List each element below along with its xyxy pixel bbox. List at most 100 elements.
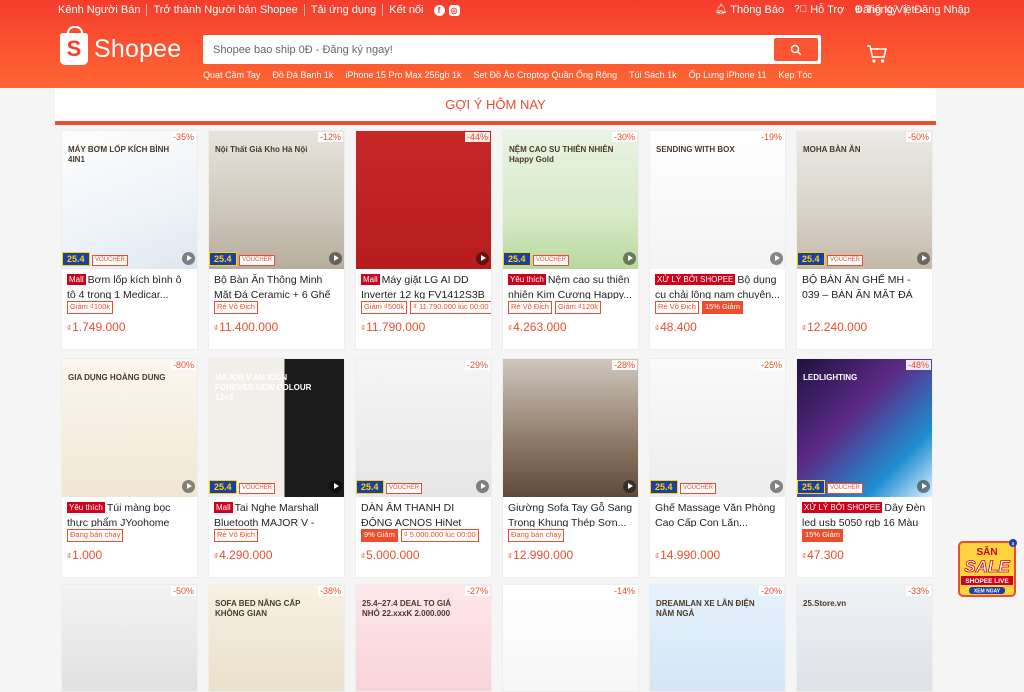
help-icon: ?⃝ [794,4,808,15]
suggestion-link[interactable]: Quạt Cầm Tay [203,70,260,80]
video-play-icon[interactable] [623,480,636,493]
instagram-icon[interactable]: ◎ [448,4,460,16]
product-card[interactable]: -25% 25.4 VOUCHER Ghế Massage Văn Phòng Cao… [649,358,786,578]
suggestion-link[interactable]: Set Đồ Áo Croptop Quần Ống Rộng [473,70,617,80]
video-play-icon[interactable] [329,252,342,265]
shopee-logo[interactable]: S Shopee [60,26,181,65]
product-image[interactable]: -25% 25.4 VOUCHER [650,359,785,497]
event-date-tag: 25.4 [209,480,237,494]
product-image[interactable]: SOFA BED NÂNG CẤP KHÔNG GIAN -38% [209,585,344,691]
product-title-text: BỘ BÀN ĂN GHẾ MH - 039 – BÀN ĂN MẶT ĐÁ V… [802,274,913,299]
product-title[interactable]: Yêu thích Túi màng bọc thực phẩm JYoohome… [62,497,197,527]
search-button[interactable] [774,38,818,61]
product-image[interactable]: Nội Thất Giá Kho Hà Nội -12% 25.4 VOUCHER [209,131,344,269]
product-image[interactable]: -44% [356,131,491,269]
product-card[interactable]: 25.Store.vn -33% [796,584,933,692]
product-image[interactable]: -14% [503,585,638,691]
video-play-icon[interactable] [917,480,930,493]
search-input[interactable] [203,35,763,64]
video-play-icon[interactable] [623,252,636,265]
video-play-icon[interactable] [770,252,783,265]
product-title[interactable]: Yêu thích Nệm cao su thiên nhiên Kim Cươn… [503,269,638,299]
product-title[interactable]: Bộ Bàn Ăn Thông Minh Mặt Đá Ceramic + 6 … [209,269,344,299]
product-card[interactable]: Nội Thất Giá Kho Hà Nội -12% 25.4 VOUCHER Bộ… [208,130,345,350]
product-card[interactable]: -29% 25.4 VOUCHER DÀN ÂM THANH DI ĐỘNG ACNO… [355,358,492,578]
help-link[interactable]: ?⃝ Hỗ Trợ [794,4,844,16]
notifications-link[interactable]: 🔔︎ Thông Báo [715,4,785,16]
product-image[interactable]: 25.4–27.4 DEAL TO GIÁ NHỎ 22.xxxK 2.000.… [356,585,491,691]
product-image[interactable]: -50% [62,585,197,691]
product-title[interactable]: Mall Máy giặt LG AI DD Inverter 12 kg FV1… [356,269,491,299]
video-play-icon[interactable] [329,480,342,493]
product-card[interactable]: -28% Giường Sofa Tay Gỗ Sang Trọng Khung … [502,358,639,578]
product-image[interactable]: MOHA BÀN ĂN -50% 25.4 VOUCHER [797,131,932,269]
price-value: 1.749.000 [72,320,126,334]
product-title[interactable]: Ghế Massage Văn Phòng Cao Cấp Con Lăn... [650,497,785,527]
product-card[interactable]: LEDLIGHTING -48% 25.4 VOUCHER XỬ LÝ BỞI SHOP… [796,358,933,578]
product-card[interactable]: MAJOR V AN ICON FOREVER NEW COLOUR 12+3 2… [208,358,345,578]
become-seller-link[interactable]: Trở thành Người bán Shopee [147,4,305,16]
product-card[interactable]: MÁY BƠM LỐP KÍCH BÌNH 4IN1 -35% 25.4 VOUCHE… [61,130,198,350]
product-image-caption: SOFA BED NÂNG CẤP KHÔNG GIAN [215,599,301,618]
product-card[interactable]: -14% [502,584,639,692]
product-price: ₫11.400.000 [209,314,344,334]
suggestion-link[interactable]: Ốp Lưng iPhone 11 [689,70,767,80]
product-image[interactable]: DREAMLAN XE LĂN ĐIỆN NẰM NGẢ -20% [650,585,785,691]
product-image[interactable]: LEDLIGHTING -48% 25.4 VOUCHER [797,359,932,497]
product-title[interactable]: Mall Bơm lốp kích bình ô tô 4 trong 1 Med… [62,269,197,299]
product-card[interactable]: -44% Mall Máy giặt LG AI DD Inverter 12 kg… [355,130,492,350]
product-card[interactable]: SOFA BED NÂNG CẤP KHÔNG GIAN -38% [208,584,345,692]
product-title[interactable]: BỘ BÀN ĂN GHẾ MH - 039 – BÀN ĂN MẶT ĐÁ V… [797,269,932,299]
product-image[interactable]: SENDING WITH BOX -19% [650,131,785,269]
product-title[interactable]: DÀN ÂM THANH DI ĐỘNG ACNOS HiNet 3600 - … [356,497,491,527]
product-card[interactable]: MOHA BÀN ĂN -50% 25.4 VOUCHER BỘ BÀN ĂN GHẾ … [796,130,933,350]
promo-chips [650,527,785,542]
register-link[interactable]: Đăng Ký [855,4,907,16]
download-app-link[interactable]: Tải ứng dụng [305,4,384,16]
seller-center-link[interactable]: Kênh Người Bán [58,4,148,16]
promo-chips: Rẻ Vô Địch Giảm ₫120k [503,299,638,314]
video-play-icon[interactable] [476,252,489,265]
video-play-icon[interactable] [182,480,195,493]
product-card[interactable]: -50% [61,584,198,692]
suggestion-link[interactable]: iPhone 15 Pro Max 256gb 1k [345,70,461,80]
product-card[interactable]: NỆM CAO SU THIÊN NHIÊN Happy Gold -30% 25.… [502,130,639,350]
product-title[interactable]: Mall Tai Nghe Marshall Bluetooth MAJOR V … [209,497,344,527]
discount-badge: -30% [611,132,637,142]
currency-symbol: ₫ [802,552,807,561]
login-link[interactable]: Đăng Nhập [906,4,978,16]
voucher-tag: VOUCHER [827,255,864,266]
suggestion-link[interactable]: Túi Sách 1k [629,70,677,80]
shopee-live-sale-banner[interactable]: SĂN SALE SHOPEE LIVE XEM NGAY x [957,538,1019,600]
product-card[interactable]: 25.4–27.4 DEAL TO GIÁ NHỎ 22.xxxK 2.000.… [355,584,492,692]
cart-icon[interactable] [866,44,888,64]
product-image[interactable]: MÁY BƠM LỐP KÍCH BÌNH 4IN1 -35% 25.4 VOUCHE… [62,131,197,269]
product-title[interactable]: XỬ LÝ BỞI SHOPEE Bộ dụng cụ chải lông nam… [650,269,785,299]
product-title[interactable]: Giường Sofa Tay Gỗ Sang Trọng Khung Thép… [503,497,638,527]
product-card[interactable]: DREAMLAN XE LĂN ĐIỆN NẰM NGẢ -20% [649,584,786,692]
product-card[interactable]: GIA DỤNG HOÀNG DUNG -80% Yêu thích Túi màng… [61,358,198,578]
event-date-tag: 25.4 [503,252,531,266]
video-play-icon[interactable] [770,480,783,493]
video-play-icon[interactable] [917,252,930,265]
suggestion-link[interactable]: Kẹp Tóc [779,70,812,80]
product-image[interactable]: GIA DỤNG HOÀNG DUNG -80% [62,359,197,497]
product-price: ₫11.790.000 [356,314,491,334]
promo-chips: Đang bán chạy [62,527,197,542]
product-image[interactable]: 25.Store.vn -33% [797,585,932,691]
product-title[interactable]: XỬ LÝ BỞI SHOPEE Dây Đèn led usb 5050 rgb… [797,497,932,527]
discount-badge: -50% [170,586,196,596]
suggestion-link[interactable]: Đồ Đá Banh 1k [272,70,333,80]
product-image[interactable]: NỆM CAO SU THIÊN NHIÊN Happy Gold -30% 25.… [503,131,638,269]
product-image-caption: SENDING WITH BOX [656,145,735,154]
product-image[interactable]: -29% 25.4 VOUCHER [356,359,491,497]
daily-discover-tab[interactable]: GỢI Ý HÔM NAY [55,88,936,125]
discount-badge: -19% [758,132,784,142]
video-play-icon[interactable] [476,480,489,493]
product-card[interactable]: SENDING WITH BOX -19% XỬ LÝ BỞI SHOPEE Bộ d… [649,130,786,350]
promo-chip: ₫ 11.790.000 lúc 00:00 [410,301,491,314]
video-play-icon[interactable] [182,252,195,265]
product-image[interactable]: -28% [503,359,638,497]
facebook-icon[interactable]: f [433,4,445,16]
product-image[interactable]: MAJOR V AN ICON FOREVER NEW COLOUR 12+3 2… [209,359,344,497]
